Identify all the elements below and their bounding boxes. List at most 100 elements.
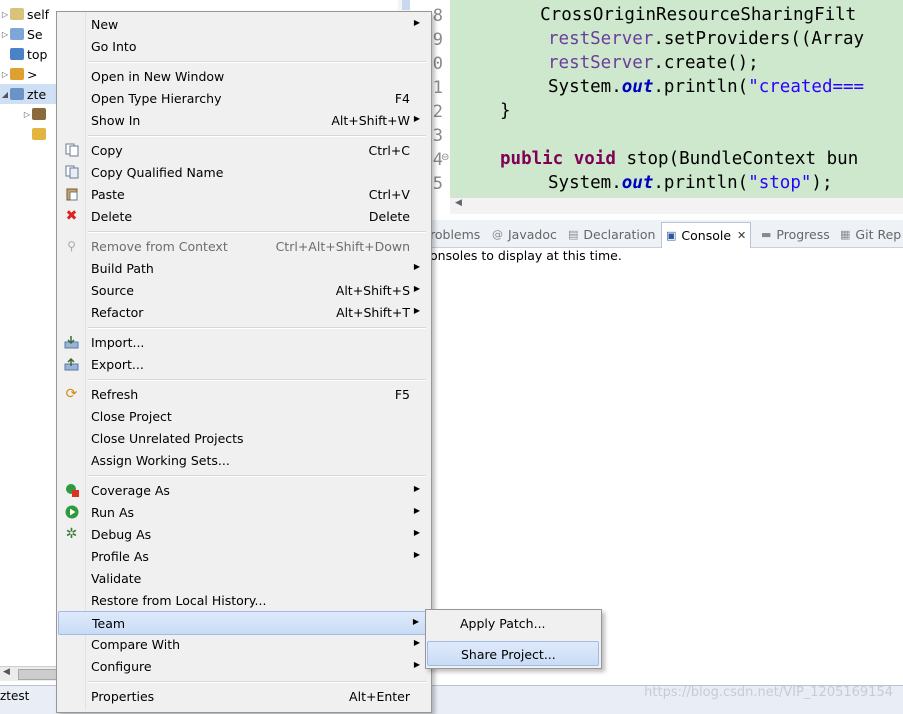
menu-item-close-unrelated-projects[interactable]: Close Unrelated Projects xyxy=(58,427,430,449)
menu-separator xyxy=(88,231,426,233)
tree-item-label: self xyxy=(27,6,50,22)
menu-item-coverage-as[interactable]: Coverage As ▶ xyxy=(58,479,430,501)
tree-item[interactable]: ▷ self xyxy=(0,4,56,24)
scrollbar-thumb[interactable] xyxy=(18,669,58,680)
project-icon xyxy=(10,8,24,20)
console-icon: ▣ xyxy=(666,229,677,242)
submenu-arrow-icon: ▶ xyxy=(413,550,420,559)
menu-item-refresh[interactable]: ⟳ Refresh F5 xyxy=(58,383,430,405)
package-folder-icon xyxy=(32,128,46,140)
menu-item-run-as[interactable]: Run As ▶ xyxy=(58,501,430,523)
expand-arrow-icon[interactable]: ▷ xyxy=(0,30,10,39)
code-line: restServer.setProviders((Array xyxy=(548,29,865,49)
folder-icon xyxy=(10,48,24,60)
tab-console[interactable]: ▣ Console ✕ xyxy=(661,222,752,248)
menu-item-assign-working-sets[interactable]: Assign Working Sets... xyxy=(58,449,430,471)
submenu-arrow-icon: ▶ xyxy=(413,506,420,515)
menu-item-close-project[interactable]: Close Project xyxy=(58,405,430,427)
editor-horizontal-scrollbar[interactable] xyxy=(450,197,903,214)
submenu-arrow-icon: ▶ xyxy=(413,528,420,537)
debug-icon: ✲ xyxy=(65,526,78,542)
watermark-text: https://blog.csdn.net/VIP_1205169154 xyxy=(644,685,893,700)
declaration-icon: ▤ xyxy=(568,227,579,241)
menu-item-show-in[interactable]: Show In Alt+Shift+W ▶ xyxy=(58,109,430,131)
tab-label: Progress xyxy=(776,226,830,242)
project-icon xyxy=(10,88,24,100)
tab-label: Git Rep xyxy=(855,226,902,242)
code-line: CrossOriginResourceSharingFilt xyxy=(498,5,857,25)
tree-item[interactable]: ▷ > xyxy=(0,64,56,84)
tab-label: Declaration xyxy=(583,226,656,242)
tree-item[interactable]: ▷ Se xyxy=(0,24,56,44)
scroll-left-icon[interactable]: ◀ xyxy=(3,667,10,677)
submenu-arrow-icon: ▶ xyxy=(413,18,420,27)
menu-item-import[interactable]: Import... xyxy=(58,331,430,353)
coverage-icon xyxy=(64,483,79,497)
menu-item-copy-qualified-name[interactable]: Copy Qualified Name xyxy=(58,161,430,183)
scroll-left-icon[interactable]: ◀ xyxy=(455,198,462,208)
status-selected-project: ztest xyxy=(0,689,30,703)
tab-javadoc[interactable]: @ Javadoc xyxy=(492,224,557,244)
close-icon[interactable]: ✕ xyxy=(737,229,746,242)
menu-item-refactor[interactable]: Refactor Alt+Shift+T ▶ xyxy=(58,301,430,323)
tab-problems[interactable]: roblems xyxy=(430,224,480,244)
tab-label: Javadoc xyxy=(508,226,557,242)
submenu-item-share-project[interactable]: Share Project... xyxy=(427,641,599,666)
tree-item-label: top xyxy=(27,46,48,62)
expand-arrow-icon[interactable]: ▷ xyxy=(22,110,32,119)
menu-item-validate[interactable]: Validate xyxy=(58,567,430,589)
expand-arrow-icon[interactable]: ▷ xyxy=(0,70,10,79)
menu-item-build-path[interactable]: Build Path ▶ xyxy=(58,257,430,279)
project-explorer: ▷ self ▷ Se top ▷ > ◢ zte ▷ xyxy=(0,0,56,690)
code-line: System.out.println("stop"); xyxy=(548,173,833,193)
code-line: restServer.create(); xyxy=(548,53,759,73)
project-icon xyxy=(10,28,24,40)
menu-item-team[interactable]: Team ▶ xyxy=(58,611,430,635)
import-icon xyxy=(64,335,79,349)
collapse-arrow-icon[interactable]: ◢ xyxy=(0,90,10,99)
menu-item-properties[interactable]: Properties Alt+Enter xyxy=(58,685,430,707)
menu-item-go-into[interactable]: Go Into xyxy=(58,35,430,57)
tree-item-label: Se xyxy=(27,26,43,42)
menu-item-export[interactable]: Export... xyxy=(58,353,430,375)
menu-separator xyxy=(88,475,426,477)
tab-progress[interactable]: ▬ Progress xyxy=(761,224,830,244)
git-icon: ▦ xyxy=(840,227,851,241)
code-line: } xyxy=(500,101,511,121)
library-icon xyxy=(32,108,46,120)
menu-separator xyxy=(88,681,426,683)
menu-item-paste[interactable]: Paste Ctrl+V xyxy=(58,183,430,205)
fold-icon[interactable]: ⊖ xyxy=(441,152,449,163)
menu-separator xyxy=(88,327,426,329)
submenu-arrow-icon: ▶ xyxy=(413,638,420,647)
menu-item-configure[interactable]: Configure ▶ xyxy=(58,655,430,677)
submenu-arrow-icon: ▶ xyxy=(413,262,420,271)
menu-item-open-in-new-window[interactable]: Open in New Window xyxy=(58,65,430,87)
menu-item-compare-with[interactable]: Compare With ▶ xyxy=(58,633,430,655)
menu-item-open-type-hierarchy[interactable]: Open Type Hierarchy F4 xyxy=(58,87,430,109)
javadoc-icon: @ xyxy=(492,227,503,241)
menu-item-delete[interactable]: ✖ Delete Delete xyxy=(58,205,430,227)
tab-label: roblems xyxy=(430,226,481,242)
submenu-item-apply-patch[interactable]: Apply Patch... xyxy=(427,611,597,634)
submenu-arrow-icon: ▶ xyxy=(412,617,419,626)
tree-item-selected[interactable]: ◢ zte xyxy=(0,84,56,104)
menu-item-source[interactable]: Source Alt+Shift+S ▶ xyxy=(58,279,430,301)
tab-declaration[interactable]: ▤ Declaration xyxy=(568,224,655,244)
expand-arrow-icon[interactable]: ▷ xyxy=(0,10,10,19)
tab-label: Console xyxy=(681,228,732,243)
remove-context-icon: ⚲ xyxy=(67,239,76,253)
menu-item-new[interactable]: New ▶ xyxy=(58,13,430,35)
menu-item-profile-as[interactable]: Profile As ▶ xyxy=(58,545,430,567)
menu-item-restore-from-local-history[interactable]: Restore from Local History... xyxy=(58,589,430,611)
submenu-arrow-icon: ▶ xyxy=(413,114,420,123)
tree-item[interactable]: top xyxy=(0,44,56,64)
submenu-arrow-icon: ▶ xyxy=(413,484,420,493)
menu-item-remove-from-context[interactable]: ⚲ Remove from Context Ctrl+Alt+Shift+Down xyxy=(58,235,430,257)
project-icon xyxy=(10,68,24,80)
tab-git-repositories[interactable]: ▦ Git Rep xyxy=(840,224,901,244)
menu-item-copy[interactable]: Copy Ctrl+C xyxy=(58,139,430,161)
progress-icon: ▬ xyxy=(761,227,772,241)
submenu-arrow-icon: ▶ xyxy=(413,284,420,293)
menu-item-debug-as[interactable]: ✲ Debug As ▶ xyxy=(58,523,430,545)
